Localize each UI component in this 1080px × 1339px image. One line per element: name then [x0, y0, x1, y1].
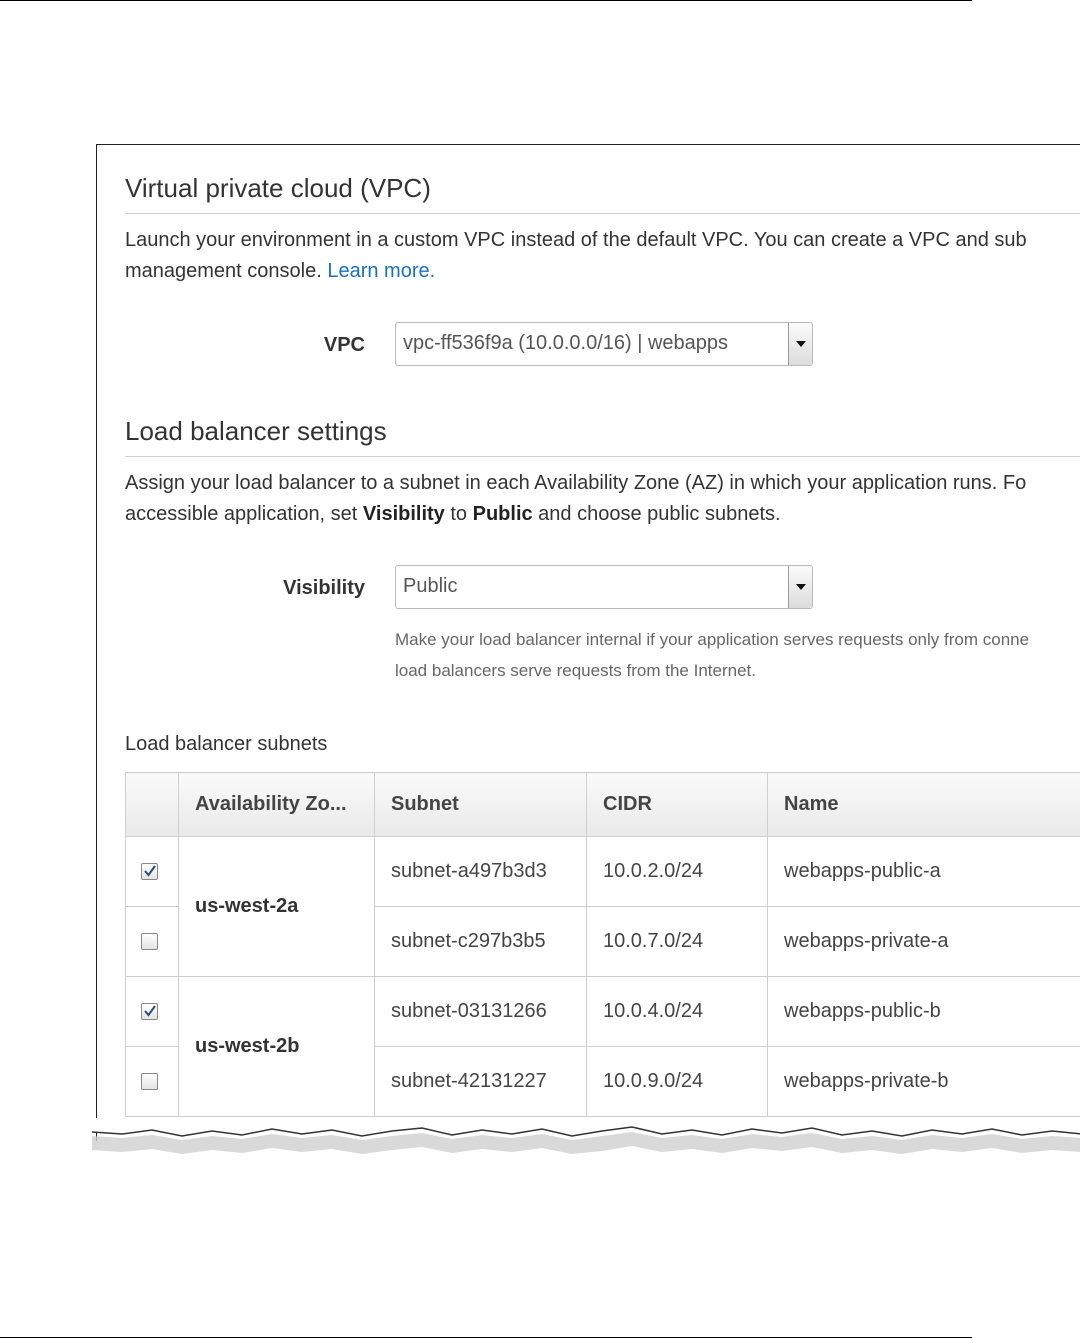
name-cell: webapps-public-b: [767, 976, 1080, 1047]
subnet-cell: subnet-c297b3b5: [374, 906, 587, 977]
checkmark-icon: [144, 865, 156, 877]
az-cell: us-west-2a: [178, 836, 375, 977]
screenshot-panel: Virtual private cloud (VPC) Launch your …: [96, 144, 1080, 1141]
vpc-description-line1: Launch your environment in a custom VPC …: [125, 229, 1027, 251]
visibility-select-arrow-button[interactable]: [788, 566, 812, 608]
header-subnet[interactable]: Subnet: [374, 772, 587, 837]
cidr-cell: 10.0.7.0/24: [586, 906, 768, 977]
name-cell: webapps-private-b: [767, 1046, 1080, 1117]
chevron-down-icon: [796, 584, 806, 590]
vpc-field-label: VPC: [323, 334, 365, 356]
name-cell: webapps-public-a: [767, 836, 1080, 907]
cidr-cell: 10.0.4.0/24: [586, 976, 768, 1047]
select-cell: [125, 836, 179, 907]
cidr-cell: 10.0.9.0/24: [586, 1046, 768, 1117]
name-cell: webapps-private-a: [767, 906, 1080, 977]
learn-more-period: .: [429, 260, 436, 282]
visibility-help-line1: Make your load balancer internal if your…: [395, 630, 1030, 649]
header-cidr[interactable]: CIDR: [586, 772, 768, 837]
select-cell: [125, 1046, 179, 1117]
lb-description: Assign your load balancer to a subnet in…: [125, 468, 1080, 530]
table-row: us-west-2a subnet-a497b3d3 10.0.2.0/24 w…: [125, 836, 1080, 977]
lb-section-divider: [125, 456, 1080, 457]
vpc-section-title: Virtual private cloud (VPC): [125, 173, 431, 203]
vpc-select-value: vpc-ff536f9a (10.0.0.0/16) | webapps: [403, 332, 729, 354]
visibility-field-label: Visibility: [283, 577, 365, 599]
az-cell: us-west-2b: [178, 976, 375, 1117]
lb-description-text-c: to: [444, 503, 473, 525]
page-bottom-rule: [0, 1337, 972, 1338]
table-row: us-west-2b subnet-03131266 10.0.4.0/24 w…: [125, 976, 1080, 1117]
lb-description-visibility-bold: Visibility: [362, 503, 445, 525]
row-checkbox[interactable]: [141, 863, 158, 881]
lb-description-text-e: and choose public subnets.: [532, 503, 781, 525]
cidr-cell: 10.0.2.0/24: [586, 836, 768, 907]
lb-section-title: Load balancer settings: [125, 416, 387, 446]
lb-subnets-label: Load balancer subnets: [125, 733, 328, 755]
visibility-select[interactable]: Public: [395, 565, 813, 609]
page-top-rule: [0, 0, 972, 1]
select-cell: [125, 906, 179, 977]
lb-description-line1: Assign your load balancer to a subnet in…: [125, 472, 1027, 494]
vpc-select-arrow-button[interactable]: [788, 323, 812, 365]
row-checkbox[interactable]: [141, 933, 158, 951]
lb-description-public-bold: Public: [472, 503, 533, 525]
table-header-row: Availability Zo... Subnet CIDR Name: [125, 772, 1080, 837]
header-name[interactable]: Name: [767, 772, 1080, 837]
subnets-table: Availability Zo... Subnet CIDR Name us-w…: [125, 772, 1080, 1117]
lb-description-text-a: accessible application, set: [125, 503, 363, 525]
visibility-help-line2: load balancers serve requests from the I…: [395, 661, 756, 680]
visibility-select-value: Public: [403, 575, 458, 597]
vpc-section-divider: [125, 213, 1080, 214]
vpc-description: Launch your environment in a custom VPC …: [125, 225, 1080, 287]
header-availability-zone[interactable]: Availability Zo...: [178, 772, 375, 837]
vpc-description-line2: management console.: [125, 260, 328, 282]
checkmark-icon: [144, 1005, 156, 1017]
chevron-down-icon: [796, 341, 806, 347]
subnet-cell: subnet-03131266: [374, 976, 587, 1047]
header-select: [125, 772, 179, 837]
torn-edge-shadow: [92, 1118, 1080, 1154]
subnet-cell: subnet-42131227: [374, 1046, 587, 1117]
row-checkbox[interactable]: [141, 1073, 158, 1091]
row-checkbox[interactable]: [141, 1003, 158, 1021]
subnet-cell: subnet-a497b3d3: [374, 836, 587, 907]
visibility-help-text: Make your load balancer internal if your…: [395, 624, 1029, 686]
learn-more-link[interactable]: Learn more: [327, 260, 429, 282]
vpc-select[interactable]: vpc-ff536f9a (10.0.0.0/16) | webapps: [395, 322, 813, 366]
select-cell: [125, 976, 179, 1047]
